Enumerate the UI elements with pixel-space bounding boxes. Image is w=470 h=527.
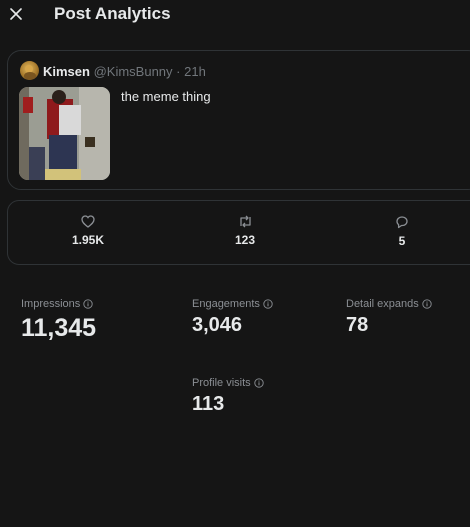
engagement-summary: 1.95K 123 5 <box>7 200 470 265</box>
impressions-value: 11,345 <box>21 314 97 342</box>
repost-icon <box>239 215 251 228</box>
info-icon[interactable] <box>83 299 93 309</box>
impressions-label: Impressions <box>21 298 81 310</box>
engagements-value: 3,046 <box>192 314 243 336</box>
info-icon[interactable] <box>422 299 432 309</box>
info-icon[interactable] <box>263 299 273 309</box>
reposts-stat[interactable]: 123 <box>205 215 285 247</box>
info-icon[interactable] <box>254 378 264 388</box>
likes-count: 1.95K <box>71 233 105 247</box>
profile-visits-label: Profile visits <box>192 377 251 389</box>
metric-detail-expands: Detail expands 78 <box>346 298 432 337</box>
detail-expands-value: 78 <box>346 314 369 336</box>
tweet-meta: Kimsen @KimsBunny · 21h <box>43 64 206 79</box>
tweet-card[interactable]: Kimsen @KimsBunny · 21h the meme thing <box>7 50 470 190</box>
user-handle[interactable]: @KimsBunny <box>94 64 173 79</box>
likes-stat[interactable]: 1.95K <box>48 215 128 247</box>
metric-impressions: Impressions 11,345 <box>21 298 96 343</box>
metric-profile-visits: Profile visits 113 <box>192 377 264 416</box>
metric-engagements: Engagements 3,046 <box>192 298 273 337</box>
reply-icon <box>396 216 408 229</box>
tweet-media-thumbnail[interactable] <box>19 87 110 180</box>
meta-separator: · <box>176 64 181 79</box>
display-name[interactable]: Kimsen <box>43 64 90 79</box>
heart-icon <box>81 215 95 228</box>
header: Post Analytics <box>0 0 470 34</box>
page-title: Post Analytics <box>54 4 171 23</box>
post-analytics-page: Post Analytics Kimsen @KimsBunny · 21h t… <box>0 0 470 527</box>
close-button[interactable] <box>6 4 26 24</box>
tweet-text: the meme thing <box>121 89 211 104</box>
replies-stat[interactable]: 5 <box>362 215 442 248</box>
close-icon <box>10 8 22 20</box>
engagements-label: Engagements <box>192 298 260 310</box>
replies-count: 5 <box>398 234 406 248</box>
avatar[interactable] <box>20 61 39 80</box>
profile-visits-value: 113 <box>192 393 225 415</box>
post-time[interactable]: 21h <box>184 64 206 79</box>
detail-expands-label: Detail expands <box>346 298 419 310</box>
reposts-count: 123 <box>234 233 256 247</box>
